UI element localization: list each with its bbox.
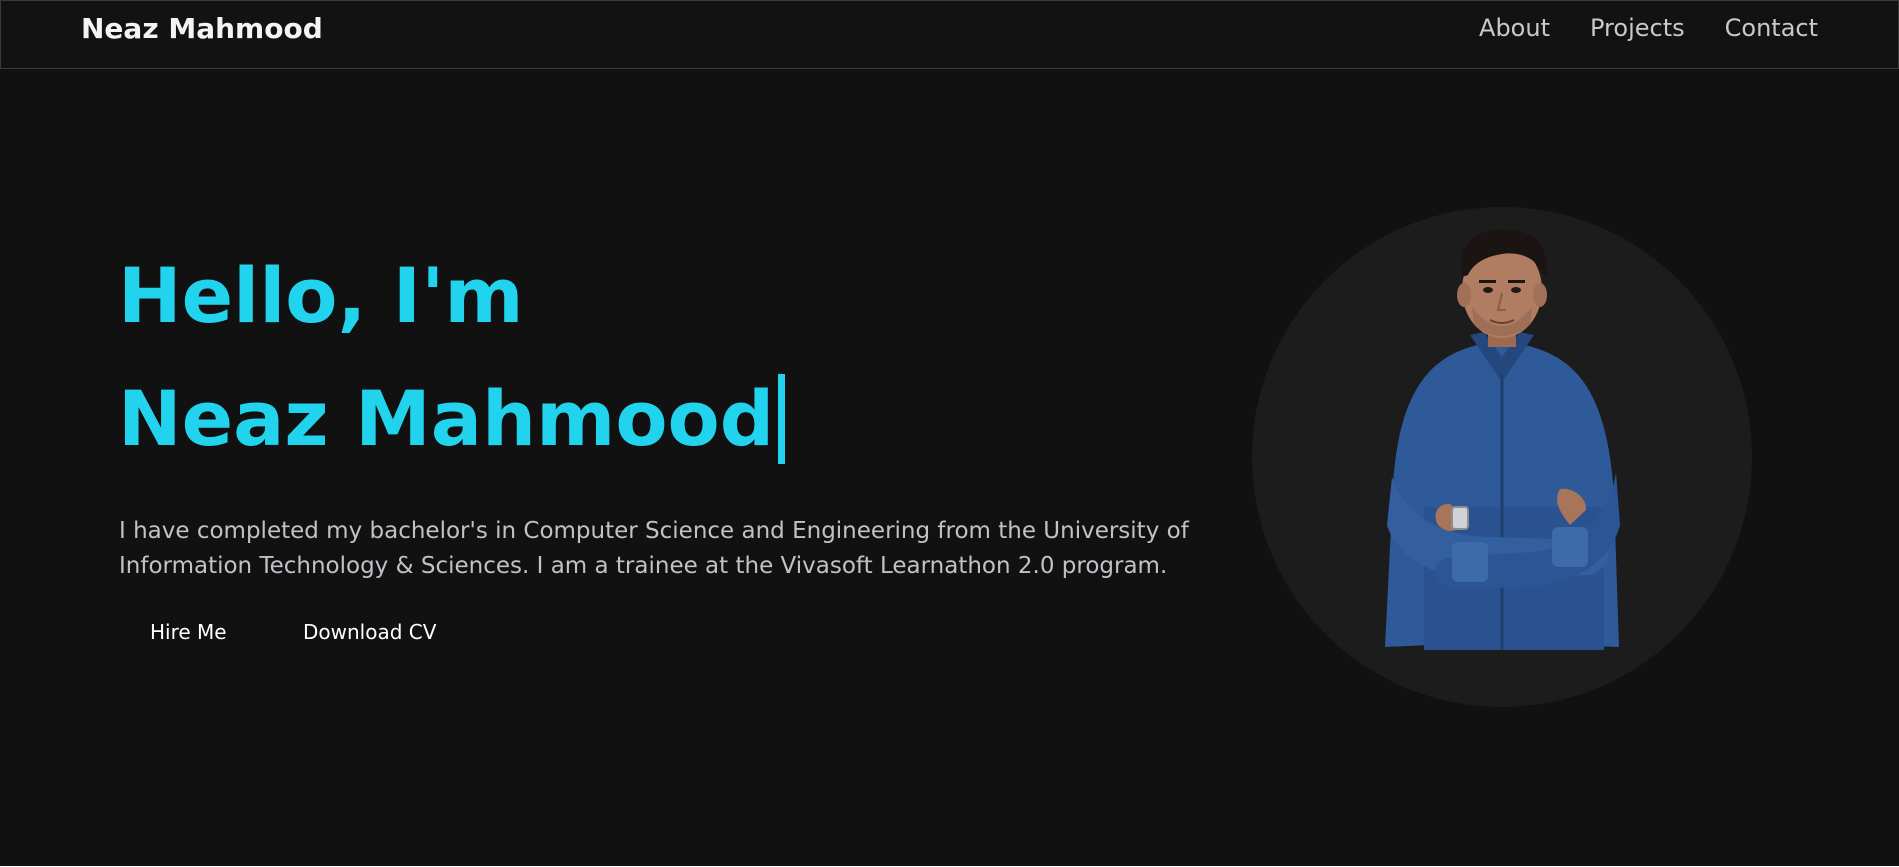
nav-link-about[interactable]: About (1479, 14, 1550, 42)
nav-link-contact[interactable]: Contact (1725, 14, 1818, 42)
top-navbar: Neaz Mahmood About Projects Contact (0, 0, 1899, 69)
profile-photo-frame (1252, 207, 1752, 707)
download-cv-button[interactable]: Download CV (303, 620, 436, 644)
hire-me-button[interactable]: Hire Me (150, 620, 227, 644)
hero-name-line: Neaz Mahmood (118, 374, 786, 464)
hero-greeting: Hello, I'm (118, 251, 524, 340)
profile-photo (1385, 229, 1620, 650)
nav-links: About Projects Contact (1479, 14, 1818, 42)
hero-description: I have completed my bachelor's in Comput… (119, 518, 1189, 579)
brand-logo-link[interactable]: Neaz Mahmood (81, 12, 323, 45)
portfolio-page: Neaz Mahmood About Projects Contact Hell… (0, 0, 1899, 866)
typing-caret (778, 374, 786, 464)
nav-link-projects[interactable]: Projects (1590, 14, 1685, 42)
hero-name: Neaz Mahmood (118, 374, 775, 463)
